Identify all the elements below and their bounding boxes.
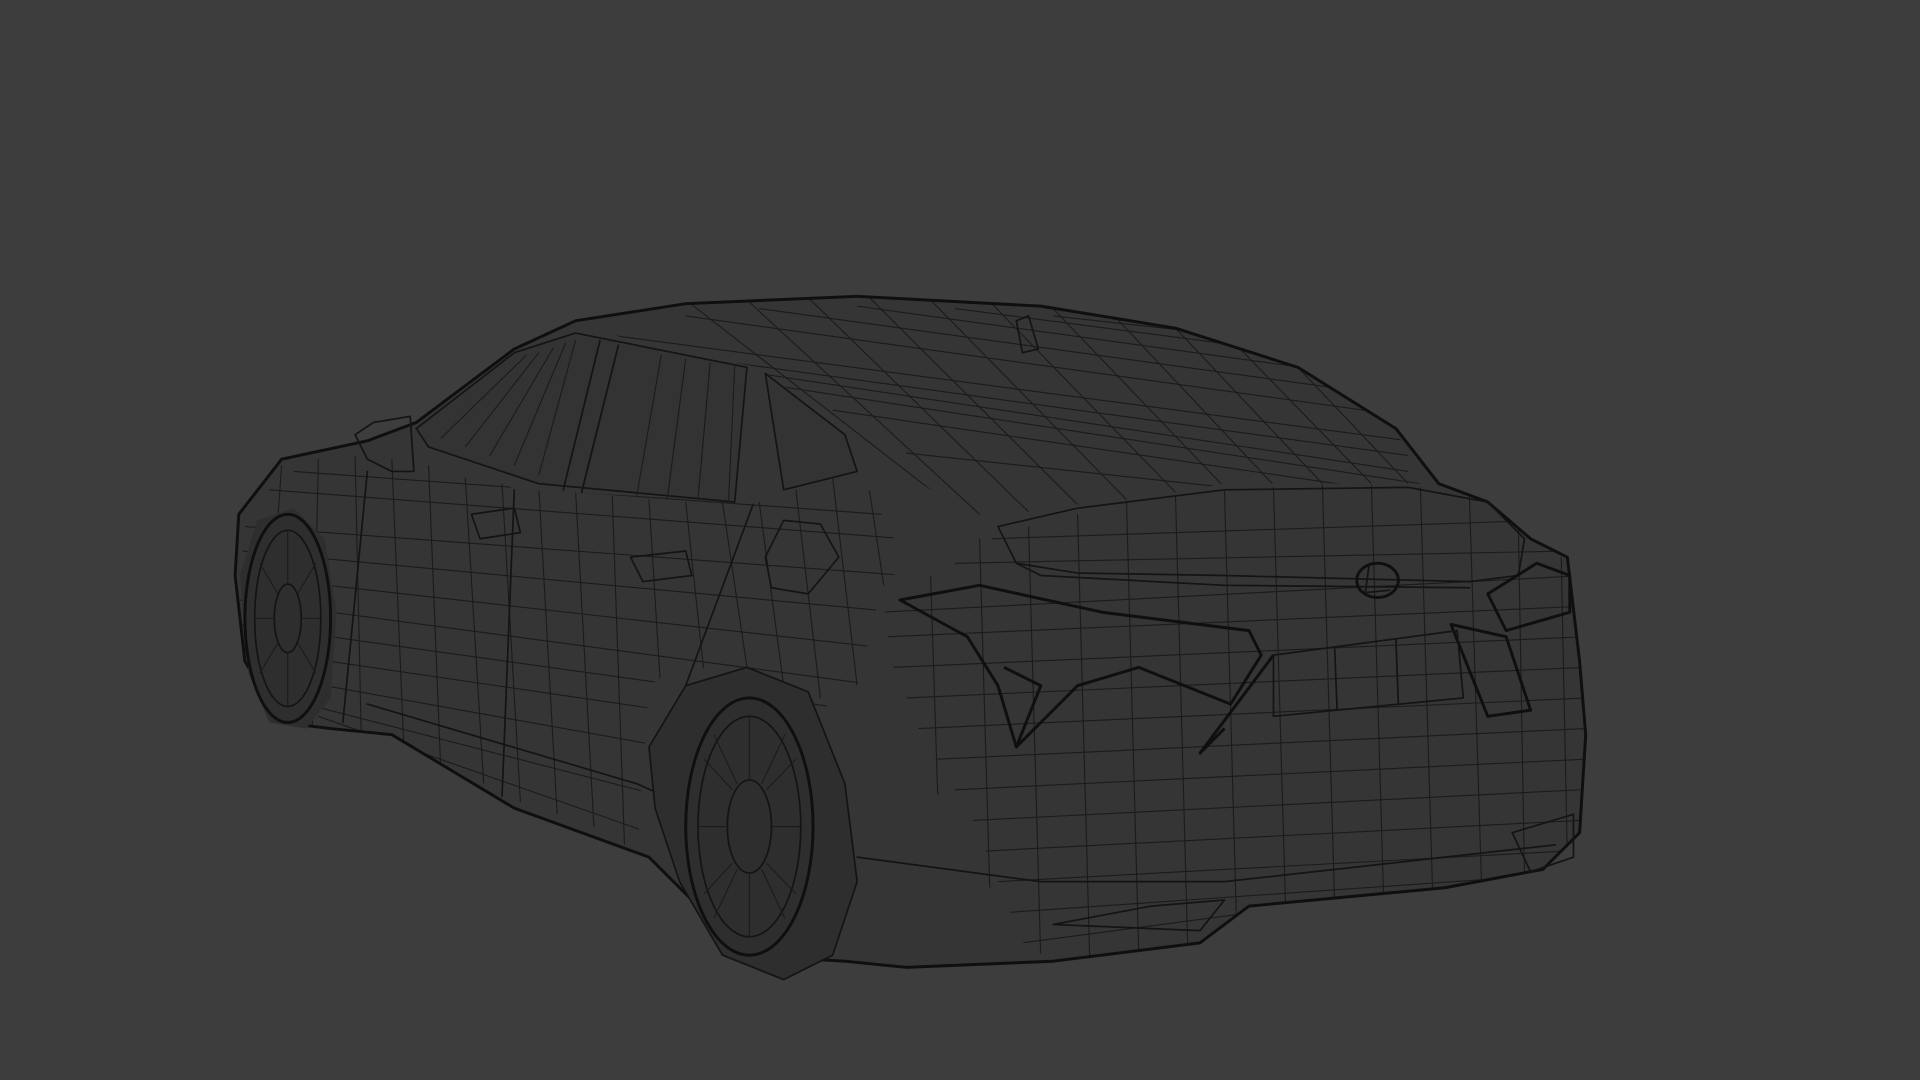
3d-viewport[interactable]: [0, 0, 1920, 1080]
wireframe-scene: [233, 294, 1588, 981]
front-wheel: [240, 508, 337, 729]
car-body: [233, 294, 1588, 969]
